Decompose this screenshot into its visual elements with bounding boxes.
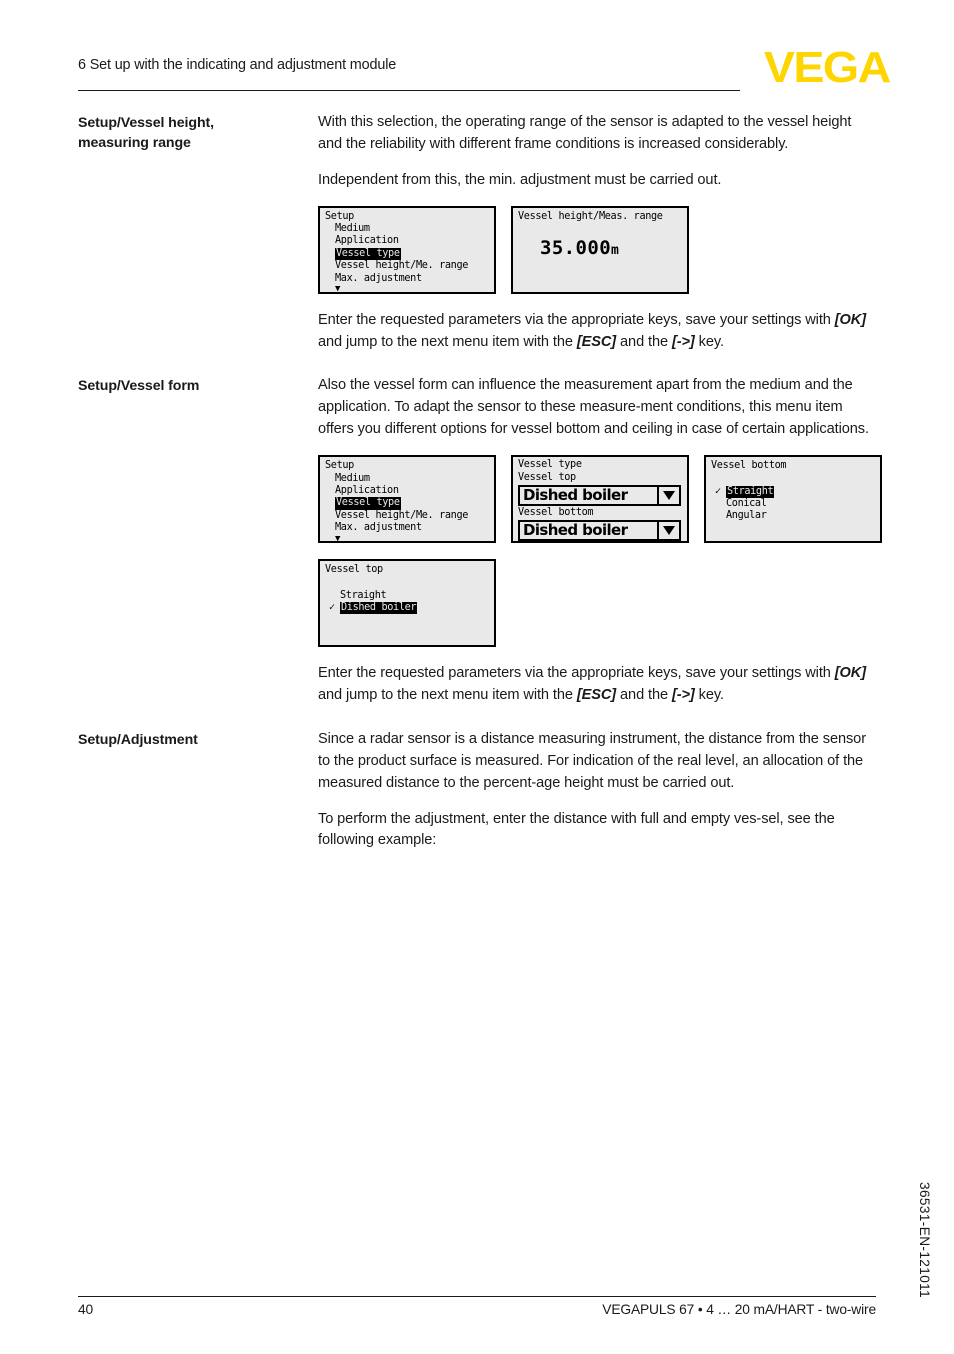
lcd-menu-item-application[interactable]: Application <box>325 485 490 497</box>
dropdown-vessel-bottom-value: Dished boiler <box>523 522 628 540</box>
key-esc: [ESC] <box>576 687 617 704</box>
lcd-menu-item-medium[interactable]: Medium <box>325 473 490 485</box>
lcd-menu-item-vessel-type[interactable]: Vessel type <box>325 497 490 510</box>
lcd-highlight: Vessel type <box>335 497 401 510</box>
lcd-title: Vessel top <box>325 564 383 576</box>
paragraph: Independent from this, the min. adjustme… <box>318 171 722 188</box>
lcd-vessel-height-value: Vessel height/Meas. range 35.000m <box>511 205 689 294</box>
lcd-option-straight[interactable]: ✓ Straight <box>711 485 876 498</box>
note-part-4: key. <box>694 333 724 350</box>
lcd-measured-value: 35.000m <box>518 223 683 263</box>
key-esc: [ESC] <box>576 333 617 350</box>
section-label-line-2: measuring range <box>78 135 191 152</box>
lcd-vessel-top-list: Vessel top Straight ✓ Dished boiler <box>318 559 496 648</box>
check-icon: ✓ <box>329 601 335 613</box>
paragraph: Since a radar sensor is a distance measu… <box>318 730 866 791</box>
lcd-highlight: Straight <box>726 485 775 498</box>
key-arrow: [->] <box>671 333 695 350</box>
lcd-option-label: Straight <box>340 589 387 601</box>
lcd-figure-vessel-form-row2: Vessel top Straight ✓ Dished boiler <box>318 559 882 648</box>
lcd-highlight: Dished boiler <box>340 601 418 615</box>
section-body-adjustment: Since a radar sensor is a distance measu… <box>318 729 876 852</box>
lcd-option-dished-boiler[interactable]: ✓ Dished boiler <box>325 601 490 615</box>
lcd-menu-item-vessel-height[interactable]: Vessel height/Me. range <box>325 510 490 522</box>
note-part-1: Enter the requested parameters via the a… <box>318 311 835 328</box>
vega-logo: VEGA <box>764 43 891 92</box>
lcd-figure-vessel-height: Setup Medium Application Vessel type Ves… <box>318 205 876 294</box>
lcd-label-vessel-bottom: Vessel bottom <box>518 506 594 518</box>
page-content: Setup/Vessel height, measuring range Wit… <box>78 112 882 852</box>
check-icon: ✓ <box>715 485 721 497</box>
section-label-vessel-form: Setup/Vessel form <box>78 375 318 396</box>
chevron-down-icon[interactable] <box>657 486 679 504</box>
lcd-vessel-type-form: Vessel type Vessel top Dished boiler Ves… <box>511 455 689 544</box>
scroll-down-icon[interactable]: ▼ <box>325 285 490 292</box>
note-part-1: Enter the requested parameters via the a… <box>318 665 835 682</box>
section-label-vessel-height: Setup/Vessel height, measuring range <box>78 112 318 153</box>
lcd-menu-item-vessel-height[interactable]: Vessel height/Me. range <box>325 260 490 272</box>
scroll-down-icon[interactable]: ▼ <box>325 534 490 541</box>
product-line: VEGAPULS 67 • 4 … 20 mA/HART - two-wire <box>602 1302 876 1317</box>
section-vessel-form: Setup/Vessel form Also the vessel form c… <box>78 375 882 706</box>
lcd-figure-vessel-form-row1: Setup Medium Application Vessel type Ves… <box>318 455 882 544</box>
lcd-option-straight[interactable]: Straight <box>325 590 490 602</box>
paragraph: To perform the adjustment, enter the dis… <box>318 810 835 849</box>
chapter-title: 6 Set up with the indicating and adjustm… <box>78 57 397 73</box>
lcd-title: Vessel height/Meas. range <box>518 210 663 222</box>
lcd-label-vessel-top: Vessel top <box>518 471 576 483</box>
lcd-menu-item-medium[interactable]: Medium <box>325 223 490 235</box>
lcd-setup-menu: Setup Medium Application Vessel type Ves… <box>318 205 496 294</box>
paragraph: With this selection, the operating range… <box>318 114 852 152</box>
section-label-adjustment: Setup/Adjustment <box>78 729 318 750</box>
lcd-option-conical[interactable]: Conical <box>711 498 876 510</box>
section-label-line-1: Setup/Adjustment <box>78 731 198 748</box>
lcd-menu-item-application[interactable]: Application <box>325 235 490 247</box>
key-ok: [OK] <box>834 665 866 682</box>
lcd-menu-item-max-adjustment[interactable]: Max. adjustment <box>325 273 490 285</box>
dropdown-vessel-bottom[interactable]: Dished boiler <box>518 520 681 542</box>
section-adjustment: Setup/Adjustment Since a radar sensor is… <box>78 729 876 852</box>
page-number: 40 <box>78 1302 94 1317</box>
lcd-title: Vessel type <box>518 459 582 471</box>
note-paragraph: Enter the requested parameters via the a… <box>318 310 876 354</box>
page-header: 6 Set up with the indicating and adjustm… <box>78 56 740 91</box>
note-part-2: and jump to the next menu item with the <box>318 333 577 350</box>
note-part-3: and the <box>616 687 672 704</box>
value-number: 35.000 <box>540 237 612 260</box>
value-unit: m <box>611 243 619 259</box>
lcd-setup-menu-2: Setup Medium Application Vessel type Ves… <box>318 455 496 544</box>
section-label-line-1: Setup/Vessel form <box>78 378 200 395</box>
lcd-option-label: Conical <box>726 497 767 509</box>
lcd-menu-item-max-adjustment[interactable]: Max. adjustment <box>325 522 490 534</box>
lcd-vessel-bottom-list: Vessel bottom ✓ Straight Conical Angular <box>704 455 882 544</box>
note-paragraph: Enter the requested parameters via the a… <box>318 663 882 707</box>
section-label-line-1: Setup/Vessel height, <box>78 115 214 131</box>
lcd-title: Setup <box>325 210 354 222</box>
section-body-vessel-height: With this selection, the operating range… <box>318 112 876 353</box>
note-part-3: and the <box>616 333 672 350</box>
lcd-highlight: Vessel type <box>335 247 401 261</box>
lcd-title: Setup <box>325 460 354 472</box>
page-footer: 40 VEGAPULS 67 • 4 … 20 mA/HART - two-wi… <box>78 1296 876 1317</box>
key-arrow: [->] <box>671 687 695 704</box>
lcd-option-label: Dished boiler <box>340 601 418 615</box>
lcd-option-label: Straight <box>726 485 775 498</box>
document-id: 36531-EN-121011 <box>917 1181 932 1298</box>
paragraph: Also the vessel form can influence the m… <box>318 377 869 438</box>
lcd-option-label: Angular <box>726 510 767 522</box>
section-vessel-height: Setup/Vessel height, measuring range Wit… <box>78 112 876 353</box>
lcd-option-angular[interactable]: Angular <box>711 510 876 522</box>
chevron-down-icon[interactable] <box>657 522 679 540</box>
lcd-menu-item-vessel-type[interactable]: Vessel type <box>325 247 490 261</box>
section-body-vessel-form: Also the vessel form can influence the m… <box>318 375 882 706</box>
dropdown-vessel-top-value: Dished boiler <box>523 486 628 504</box>
dropdown-vessel-top[interactable]: Dished boiler <box>518 484 681 506</box>
lcd-title: Vessel bottom <box>711 460 787 472</box>
note-part-4: key. <box>694 687 724 704</box>
note-part-2: and jump to the next menu item with the <box>318 687 577 704</box>
key-ok: [OK] <box>834 311 866 328</box>
